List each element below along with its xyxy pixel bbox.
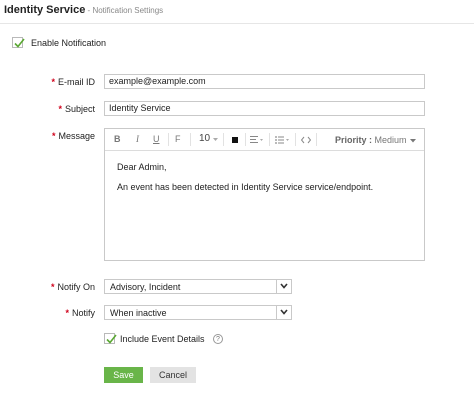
toolbar-divider <box>190 133 191 146</box>
page-header: Identity Service - Notification Settings <box>0 0 474 24</box>
notify-select[interactable]: When inactive <box>104 305 292 320</box>
message-line: Dear Admin, <box>117 162 167 172</box>
toolbar-divider <box>269 133 270 146</box>
required-asterisk: * <box>65 308 69 318</box>
priority-select[interactable]: Priority : Medium <box>335 135 407 145</box>
priority-value: Medium <box>374 135 407 145</box>
list-icon[interactable] <box>275 136 291 144</box>
toolbar-divider <box>295 133 296 146</box>
enable-notification-label: Enable Notification <box>31 38 107 48</box>
text-color-button[interactable] <box>232 137 238 143</box>
notify-label: * Notify <box>20 308 95 318</box>
checkmark-icon <box>14 38 25 48</box>
notify-on-value: Advisory, Incident <box>110 282 181 292</box>
message-line: An event has been detected in Identity S… <box>117 182 374 192</box>
chevron-down-icon <box>410 139 416 143</box>
chevron-down-icon <box>280 309 288 315</box>
save-button[interactable]: Save <box>104 367 143 383</box>
include-event-details-checkbox[interactable] <box>104 333 117 344</box>
cancel-button[interactable]: Cancel <box>150 367 196 383</box>
toolbar-divider <box>223 133 224 146</box>
chevron-down-icon <box>280 283 288 289</box>
required-asterisk: * <box>51 77 55 87</box>
message-label-text: Message <box>58 131 95 141</box>
font-size-select[interactable]: 10 <box>199 133 210 144</box>
dropdown-arrow[interactable] <box>276 306 291 319</box>
notify-on-label: * Notify On <box>20 282 95 292</box>
subject-label-text: Subject <box>64 104 95 114</box>
align-icon[interactable] <box>250 136 264 144</box>
underline-button[interactable]: U <box>153 134 160 144</box>
code-icon[interactable] <box>301 136 311 144</box>
required-asterisk: * <box>58 104 62 114</box>
service-name: Identity Service <box>4 4 86 16</box>
email-label: * E-mail ID <box>20 77 95 87</box>
subject-label: * Subject <box>20 104 95 114</box>
required-asterisk: * <box>51 131 56 141</box>
page-subtitle: Notification Settings <box>92 6 164 15</box>
editor-toolbar: B I U F 10 Priority : Medium <box>105 129 424 151</box>
help-icon[interactable]: ? <box>213 334 223 344</box>
notify-on-select[interactable]: Advisory, Incident <box>104 279 292 294</box>
priority-label: Priority : <box>335 135 373 145</box>
email-field[interactable]: example@example.com <box>104 74 425 89</box>
italic-button[interactable]: I <box>136 134 139 144</box>
enable-notification-checkbox[interactable] <box>12 37 25 48</box>
include-event-details-label: Include Event Details <box>120 334 205 344</box>
dropdown-arrow[interactable] <box>276 280 291 293</box>
notify-on-label-text: Notify On <box>57 282 95 292</box>
font-family-button[interactable]: F <box>175 134 181 144</box>
message-editor[interactable]: B I U F 10 Priority : Medium Dear Admin,… <box>104 128 425 261</box>
toolbar-divider <box>316 133 317 146</box>
toolbar-divider <box>168 133 169 146</box>
chevron-down-icon <box>213 138 218 141</box>
toolbar-divider <box>245 133 246 146</box>
subject-field[interactable]: Identity Service <box>104 101 425 116</box>
page-title: Identity Service - Notification Settings <box>4 4 163 16</box>
bold-button[interactable]: B <box>114 134 121 144</box>
checkmark-icon <box>106 334 117 344</box>
message-label: * Message <box>20 131 95 141</box>
notify-value: When inactive <box>110 308 167 318</box>
notify-label-text: Notify <box>71 308 95 318</box>
email-label-text: E-mail ID <box>57 77 95 87</box>
required-asterisk: * <box>50 282 55 292</box>
